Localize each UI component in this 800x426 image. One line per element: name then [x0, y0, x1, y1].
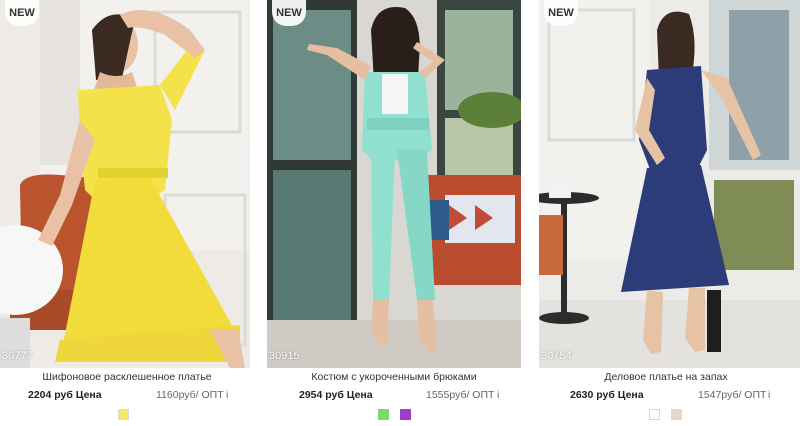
product-name[interactable]: Деловое платье на запах	[539, 371, 793, 383]
product-photo[interactable]: NEW 30754	[539, 0, 800, 368]
product-sku: 30777	[2, 350, 33, 362]
color-swatch[interactable]	[649, 409, 660, 420]
product-grid: NEW 30777 Шифоновое расклешенное платье …	[0, 0, 800, 426]
new-badge: NEW	[544, 0, 578, 26]
product-sku: 30754	[541, 350, 572, 362]
color-swatch[interactable]	[671, 409, 682, 420]
product-card[interactable]: NEW 30777 Шифоновое расклешенное платье …	[0, 0, 254, 426]
wholesale-price: 1547руб/ ОПТ	[698, 389, 767, 401]
info-icon[interactable]: i	[497, 389, 499, 401]
new-badge: NEW	[5, 0, 39, 26]
color-swatch[interactable]	[378, 409, 389, 420]
product-photo-art	[0, 0, 250, 368]
product-name[interactable]: Костюм с укороченными брюками	[267, 371, 521, 383]
new-badge: NEW	[272, 0, 306, 26]
color-swatch[interactable]	[400, 409, 411, 420]
product-name[interactable]: Шифоновое расклешенное платье	[0, 371, 254, 383]
product-photo-art	[267, 0, 521, 368]
product-sku: 30915	[269, 350, 300, 362]
retail-price: 2630 руб Цена	[570, 389, 644, 401]
retail-price: 2204 руб Цена	[28, 389, 102, 401]
product-photo[interactable]: NEW 30915	[267, 0, 521, 368]
info-icon[interactable]: i	[226, 389, 228, 401]
product-card[interactable]: NEW 30915 Костюм с укороченными брюками …	[267, 0, 521, 426]
product-photo-art	[539, 0, 800, 368]
color-swatch[interactable]	[118, 409, 129, 420]
retail-price: 2954 руб Цена	[299, 389, 373, 401]
product-photo[interactable]: NEW 30777	[0, 0, 250, 368]
info-icon[interactable]: i	[768, 389, 770, 401]
wholesale-price: 1555руб/ ОПТ	[426, 389, 495, 401]
wholesale-price: 1160руб/ ОПТ	[156, 389, 224, 401]
product-card[interactable]: NEW 30754 Деловое платье на запах 2630 р…	[539, 0, 800, 426]
